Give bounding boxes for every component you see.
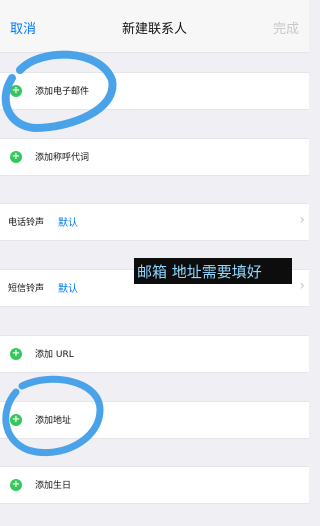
ringtone-value: 默认 bbox=[58, 218, 78, 229]
add-url-row[interactable]: + 添加 URL bbox=[0, 335, 309, 373]
annotation-caption: 邮箱 地址需要填好 bbox=[134, 258, 292, 284]
annotation-text: 邮箱 地址需要填好 bbox=[137, 263, 262, 281]
add-icon: + bbox=[10, 85, 22, 97]
chevron-right-icon: › bbox=[299, 212, 305, 228]
add-icon: + bbox=[10, 151, 22, 163]
ringtone-label: 电话铃声 bbox=[8, 218, 45, 228]
add-address-row[interactable]: + 添加地址 bbox=[0, 401, 309, 439]
add-icon: + bbox=[10, 348, 22, 360]
text-tone-label: 短信铃声 bbox=[8, 284, 45, 294]
add-address-label: 添加地址 bbox=[35, 416, 72, 426]
add-pronoun-label: 添加称呼代词 bbox=[35, 153, 90, 163]
add-email-row[interactable]: + 添加电子邮件 bbox=[0, 72, 309, 110]
text-tone-value: 默认 bbox=[58, 284, 78, 295]
nav-bar: 取消 新建联系人 完成 bbox=[0, 0, 309, 53]
add-birthday-row[interactable]: + 添加生日 bbox=[0, 466, 309, 504]
add-icon: + bbox=[10, 479, 22, 491]
ringtone-row[interactable]: 电话铃声 默认 › bbox=[0, 203, 309, 241]
chevron-right-icon: › bbox=[299, 278, 305, 294]
add-icon: + bbox=[10, 414, 22, 426]
page-title: 新建联系人 bbox=[121, 22, 187, 37]
add-email-label: 添加电子邮件 bbox=[35, 87, 90, 97]
add-pronoun-row[interactable]: + 添加称呼代词 bbox=[0, 138, 309, 176]
add-birthday-label: 添加生日 bbox=[35, 481, 72, 491]
done-button[interactable]: 完成 bbox=[273, 18, 299, 37]
add-url-label: 添加 URL bbox=[35, 350, 74, 360]
